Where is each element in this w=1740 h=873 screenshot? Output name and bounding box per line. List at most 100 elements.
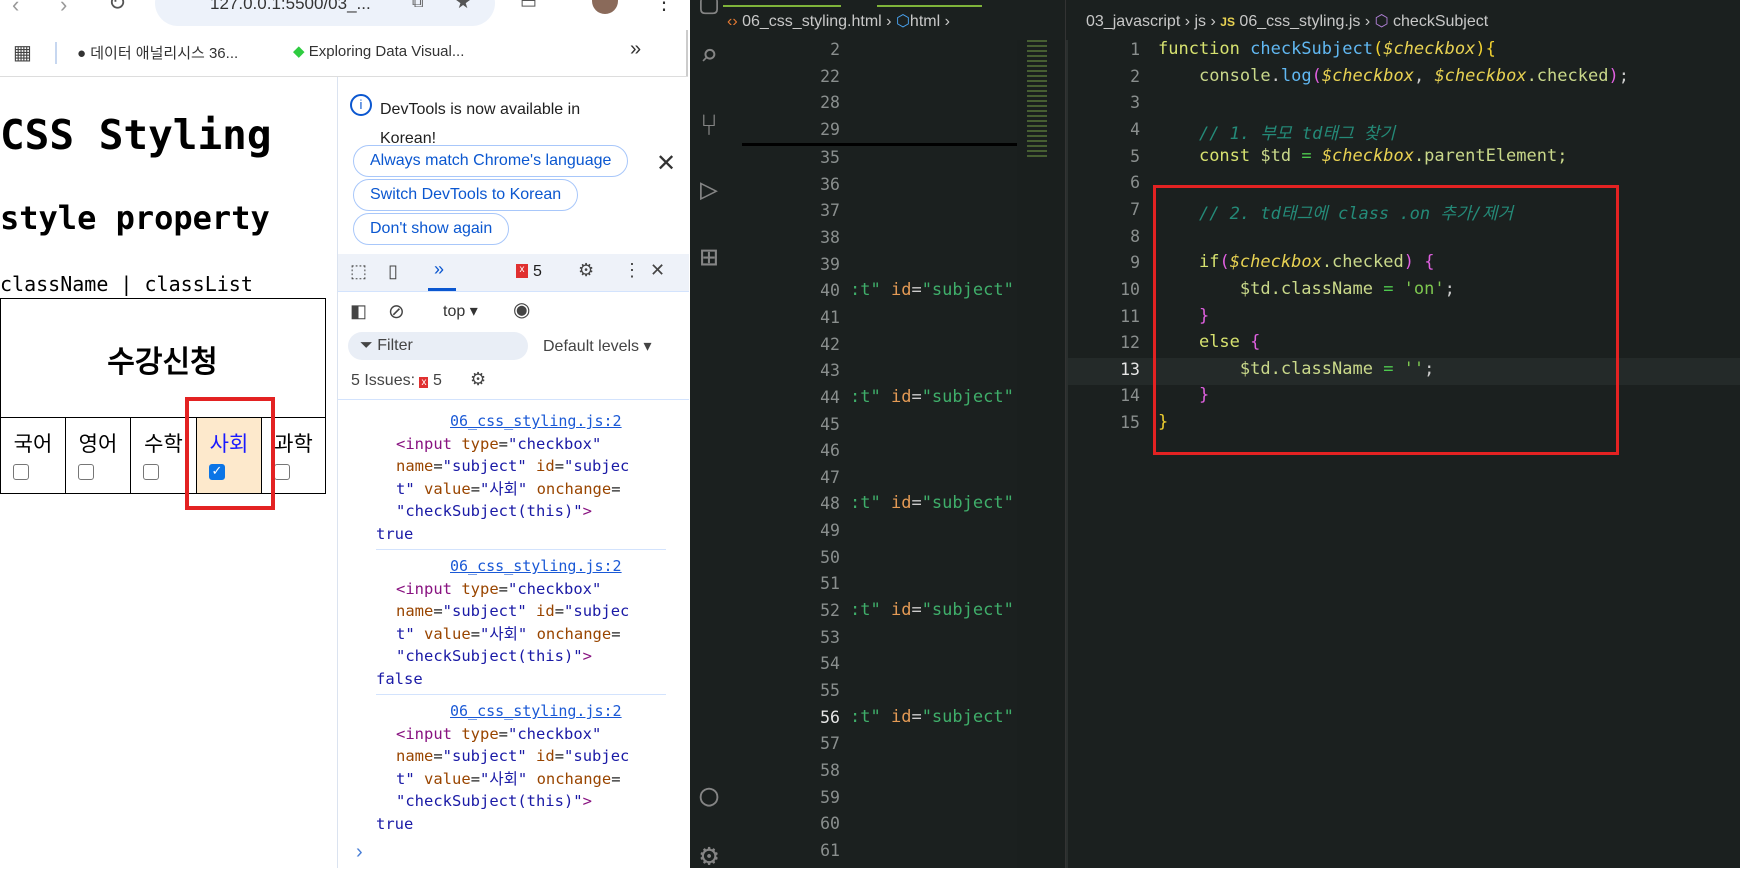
forward-icon[interactable]: › xyxy=(60,0,67,18)
run-debug-icon[interactable]: ▷ xyxy=(700,172,718,207)
bookmark-item[interactable]: ● 데이터 애널리시스 36... xyxy=(77,42,238,63)
source-control-icon[interactable]: ⑂ xyxy=(700,108,718,143)
code-token: = xyxy=(911,386,922,407)
line-number: 48 xyxy=(820,494,840,514)
info-icon: i xyxy=(350,94,372,116)
highlight-annotation xyxy=(1153,185,1619,455)
line-number: 14 xyxy=(1120,386,1140,406)
console-filter-input[interactable]: ⏷ Filter xyxy=(348,332,528,360)
filter-icon: ⏷ xyxy=(360,337,373,354)
issues-settings-icon[interactable]: ⚙ xyxy=(470,369,486,390)
close-devtools-icon[interactable]: ✕ xyxy=(650,260,665,281)
code-token: $checkbox xyxy=(1383,39,1476,59)
code-token: ( xyxy=(1372,39,1384,59)
code-token: = xyxy=(1301,145,1322,166)
code-token: = xyxy=(911,600,922,621)
line-number: 55 xyxy=(820,681,840,700)
extensions-icon[interactable]: ▭ xyxy=(520,0,537,13)
sidebar-toggle-icon[interactable]: ◧ xyxy=(350,301,367,322)
line-number: 10 xyxy=(1120,279,1140,299)
line-number: 60 xyxy=(820,814,840,834)
subject-checkbox[interactable] xyxy=(274,464,290,480)
line-number: 39 xyxy=(820,254,840,274)
code-token: console xyxy=(1198,65,1271,86)
code-token: { xyxy=(1485,39,1496,59)
always-match-language-button[interactable]: Always match Chrome's language xyxy=(353,145,629,177)
highlight-annotation xyxy=(185,397,275,510)
install-icon[interactable]: ⧉ xyxy=(412,0,423,12)
extensions-icon[interactable]: ⊞ xyxy=(700,240,718,275)
inspect-element-icon[interactable]: ⬚ xyxy=(350,261,367,282)
console-entry: 06_css_styling.js:2 <input type="checkbo… xyxy=(376,555,666,695)
code-token: "subject" xyxy=(921,706,1014,727)
subject-checkbox[interactable] xyxy=(78,464,94,480)
subject-checkbox[interactable] xyxy=(143,464,159,480)
code-token: .checked xyxy=(1526,65,1609,86)
back-icon[interactable]: ‹ xyxy=(12,0,19,18)
error-icon: x xyxy=(516,264,528,278)
accounts-icon[interactable]: ◯ xyxy=(700,778,718,813)
table-title: 수강신청 xyxy=(107,345,218,380)
code-token: = xyxy=(911,493,922,514)
code-token: :t" xyxy=(850,706,891,727)
code-line: :t" id="subject" xyxy=(850,387,1017,407)
dont-show-again-button[interactable]: Don't show again xyxy=(353,213,510,245)
line-number: 35 xyxy=(820,148,840,167)
editor-divider[interactable] xyxy=(1065,0,1066,868)
console-entry: 06_css_styling.js:2 <input type="checkbo… xyxy=(376,410,666,550)
code-token: :t" xyxy=(850,386,891,407)
log-levels-dropdown[interactable]: Default levels ▾ xyxy=(543,336,652,356)
live-expression-eye-icon[interactable]: ◉ xyxy=(513,297,530,322)
browser-toolbar: ‹ › ↻ 127.0.0.1:5500/03_... ⧉ ★ ▭ ⋮ xyxy=(0,0,688,30)
code-token: function xyxy=(1158,39,1251,59)
apps-grid-icon[interactable]: ▦ xyxy=(13,40,32,65)
more-bookmarks-icon[interactable]: » xyxy=(630,38,641,61)
device-toolbar-icon[interactable]: ▯ xyxy=(388,261,398,282)
search-icon[interactable]: ⌕ xyxy=(700,38,718,73)
switch-to-korean-button[interactable]: Switch DevTools to Korean xyxy=(353,179,579,211)
source-link[interactable]: 06_css_styling.js:2 xyxy=(450,702,622,720)
explorer-icon[interactable]: ▢ xyxy=(700,0,718,21)
line-number: 3 xyxy=(1130,93,1140,113)
line-number: 8 xyxy=(1130,226,1140,246)
code-token: ) xyxy=(1608,65,1619,86)
bookmark-item[interactable]: ◆ Exploring Data Visual... xyxy=(293,42,464,60)
web-page: CSS Styling style property className | c… xyxy=(0,77,337,868)
source-link[interactable]: 06_css_styling.js:2 xyxy=(450,412,622,430)
profile-avatar[interactable] xyxy=(592,0,618,14)
error-count[interactable]: 5 xyxy=(533,263,542,281)
minimap[interactable] xyxy=(1017,40,1065,868)
console-tab-icon[interactable]: » xyxy=(434,259,444,280)
clear-console-icon[interactable]: ⊘ xyxy=(388,299,405,324)
subject-checkbox[interactable] xyxy=(13,464,29,480)
line-number: 59 xyxy=(820,787,840,807)
line-number: 52 xyxy=(820,601,840,621)
line-number: 54 xyxy=(820,654,840,674)
line-number: 22 xyxy=(820,66,840,86)
code-line: :t" id="subject" xyxy=(850,707,1017,727)
bookmark-star-icon[interactable]: ★ xyxy=(455,0,471,13)
code-token: "subject" xyxy=(921,386,1014,407)
menu-icon[interactable]: ⋮ xyxy=(654,0,674,15)
line-number: 12 xyxy=(1120,333,1140,353)
address-bar[interactable]: 127.0.0.1:5500/03_... xyxy=(155,0,495,26)
code-line: :t" id="subject" xyxy=(850,493,1017,513)
reload-icon[interactable]: ↻ xyxy=(108,0,126,16)
subheading-text: className | classList xyxy=(0,272,253,296)
code-token: .parentElement; xyxy=(1413,145,1568,166)
line-number: 38 xyxy=(820,227,840,247)
console-prompt[interactable]: › xyxy=(356,841,363,864)
line-number: 58 xyxy=(820,760,840,780)
close-notice-icon[interactable]: ✕ xyxy=(656,149,676,178)
code-token: $checkbox xyxy=(1321,65,1414,86)
more-options-icon[interactable]: ⋮ xyxy=(623,260,641,281)
activity-bar: ▢ ⌕ ⑂ ▷ ⊞ ◯ ⚙ xyxy=(690,0,742,873)
source-link[interactable]: 06_css_styling.js:2 xyxy=(450,557,622,575)
context-selector[interactable]: top ▾ xyxy=(443,301,478,321)
issues-counter[interactable]: 5 Issues: x 5 xyxy=(351,372,442,390)
line-number: 47 xyxy=(820,467,840,487)
green-diamond-icon: ◆ xyxy=(293,43,305,60)
settings-gear-icon[interactable]: ⚙ xyxy=(578,260,594,281)
code-line: console.log($checkbox, $checkbox.checked… xyxy=(1158,66,1629,86)
line-number: 51 xyxy=(820,574,840,594)
